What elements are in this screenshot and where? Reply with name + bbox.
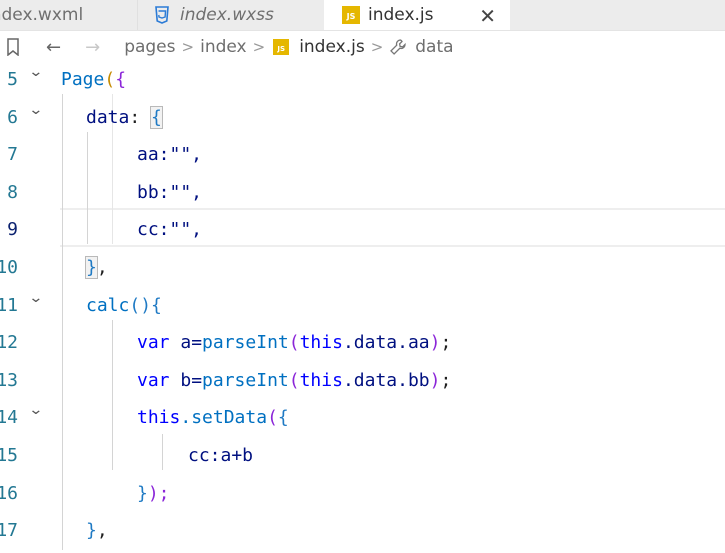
code-line: 15 cc:a+b [0, 440, 725, 478]
tab-bar: index.wxml index.wxss JS index.js ✕ [0, 0, 725, 31]
code-line: 16 }); [0, 478, 725, 516]
code-text: aa:"", [137, 144, 203, 166]
css3-icon [155, 6, 169, 24]
code-text: cc:a+b [188, 445, 254, 466]
code-text: this.setData({ [137, 407, 289, 429]
back-arrow-icon[interactable]: ← [46, 37, 61, 58]
tab-index-wxss[interactable]: index.wxss [137, 0, 324, 30]
tab-index-js[interactable]: JS index.js ✕ [324, 0, 510, 30]
close-icon[interactable]: ✕ [479, 4, 496, 28]
bookmark-icon[interactable] [6, 38, 20, 56]
fold-chevron-icon[interactable]: ⌄ [28, 290, 43, 306]
line-number: 13 [0, 369, 18, 391]
code-text: cc:"", [137, 219, 203, 241]
line-number: 15 [0, 445, 18, 466]
code-line: 10 }, [0, 252, 725, 290]
code-text: data: { [86, 105, 163, 129]
forward-arrow-icon[interactable]: → [85, 37, 100, 58]
breadcrumb-separator: > [252, 38, 266, 56]
fold-chevron-icon[interactable]: ⌄ [28, 402, 43, 418]
code-line: 9 cc:"", [0, 214, 725, 252]
code-text: bb:"", [137, 181, 203, 203]
code-editor[interactable]: 5 ⌄ Page({ 6 ⌄ data: { 7 aa:"", 8 bb:"",… [0, 64, 725, 550]
code-text: }); [137, 482, 170, 504]
code-line: 13 var b=parseInt(this.data.bb); [0, 365, 725, 403]
breadcrumb-separator: > [370, 38, 384, 56]
code-text: var a=parseInt(this.data.aa); [137, 332, 452, 354]
code-text: }, [86, 520, 108, 542]
line-number: 11 [0, 294, 18, 316]
matched-brace: { [150, 105, 163, 129]
tab-index-wxml[interactable]: index.wxml [0, 0, 136, 30]
code-text: Page({ [61, 69, 127, 90]
fold-chevron-icon[interactable]: ⌄ [28, 64, 43, 80]
line-number: 5 [7, 69, 18, 90]
tab-label: index.wxml [0, 5, 84, 25]
code-text: }, [85, 256, 108, 279]
line-number: 9 [7, 219, 18, 241]
breadcrumb-item-index[interactable]: index [200, 37, 247, 57]
wrench-icon [390, 39, 406, 55]
code-line: 6 ⌄ data: { [0, 102, 725, 140]
breadcrumb-separator: > [181, 38, 195, 56]
breadcrumb-item-pages[interactable]: pages [124, 37, 175, 57]
line-number: 12 [0, 332, 18, 354]
code-line: 12 var a=parseInt(this.data.aa); [0, 327, 725, 365]
line-number: 14 [0, 407, 18, 429]
js-badge-icon: JS [342, 6, 360, 24]
js-badge-icon: JS [273, 39, 290, 55]
fold-chevron-icon[interactable]: ⌄ [28, 102, 43, 118]
code-text: calc(){ [86, 294, 162, 316]
matched-brace: } [85, 256, 98, 279]
line-number: 16 [0, 482, 18, 504]
breadcrumb: ← → pages > index > JS index.js > data [0, 30, 725, 64]
line-number: 8 [7, 181, 18, 203]
code-text: var b=parseInt(this.data.bb); [137, 369, 452, 391]
code-line: 17 }, [0, 515, 725, 553]
line-number: 10 [0, 257, 18, 278]
breadcrumb-item-data[interactable]: data [415, 37, 453, 57]
breadcrumb-item-file[interactable]: index.js [299, 37, 365, 57]
line-number: 7 [7, 144, 18, 166]
code-line: 11 ⌄ calc(){ [0, 290, 725, 328]
tab-label: index.js [368, 5, 434, 25]
code-line: 14 ⌄ this.setData({ [0, 402, 725, 440]
code-line: 8 bb:"", [0, 177, 725, 215]
tab-label: index.wxss [180, 5, 274, 25]
code-line: 7 aa:"", [0, 139, 725, 177]
line-number: 17 [0, 520, 18, 542]
line-number: 6 [7, 106, 18, 128]
code-line: 5 ⌄ Page({ [0, 64, 725, 102]
